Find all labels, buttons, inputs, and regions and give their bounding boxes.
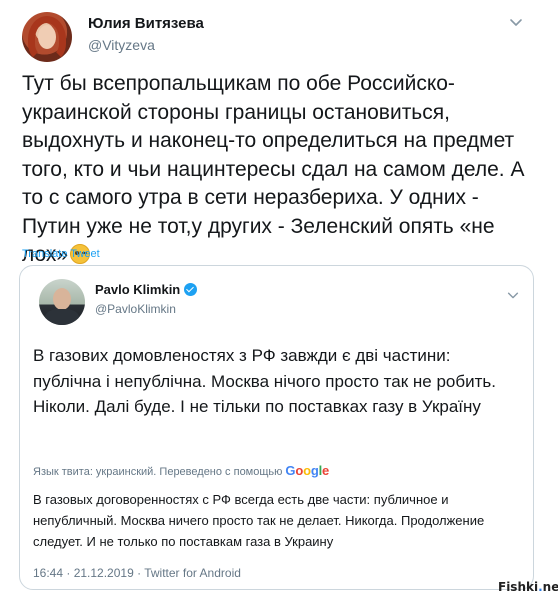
author-handle[interactable]: @Vityzeva [88, 37, 155, 53]
author-avatar[interactable] [22, 12, 72, 62]
quoted-tweet-card[interactable]: Pavlo Klimkin @PavloKlimkin В газових до… [19, 265, 534, 590]
google-logo[interactable]: Google [285, 463, 329, 478]
translated-text: В газовых договоренностях с РФ всегда ес… [33, 492, 485, 549]
tweet-text-body: Тут бы всепропальщикам по обе Российско-… [22, 72, 525, 266]
author-name[interactable]: Юлия Витязева [88, 15, 204, 32]
chevron-down-icon[interactable] [508, 14, 524, 30]
tweet: Юлия Витязева @Vityzeva Тут бы всепропал… [0, 0, 558, 600]
translation-label: Язык твита: украинский. Переведено с пом… [33, 466, 283, 478]
quoted-tweet-text: В газових домовленостях з РФ завжди є дв… [33, 346, 496, 416]
quoted-author-name[interactable]: Pavlo Klimkin [95, 282, 198, 297]
quoted-author-avatar[interactable] [39, 279, 85, 325]
watermark-logo: Fishki.net [498, 580, 558, 594]
watermark-part1: Fishki [498, 580, 539, 594]
tweet-timestamp[interactable]: 16:44 · 21.12.2019 · Twitter for Android [33, 566, 241, 580]
quoted-author-handle[interactable]: @PavloKlimkin [95, 302, 176, 316]
translate-tweet-link[interactable]: Translate Tweet [22, 248, 100, 260]
chevron-down-icon[interactable] [506, 288, 520, 302]
quoted-author-name-text: Pavlo Klimkin [95, 282, 181, 297]
watermark-part2: net [542, 580, 558, 594]
translation-attribution: Язык твита: украинский. Переведено с пом… [33, 463, 329, 478]
tweet-text: Тут бы всепропальщикам по обе Российско-… [22, 70, 542, 270]
verified-badge-icon [184, 283, 198, 296]
